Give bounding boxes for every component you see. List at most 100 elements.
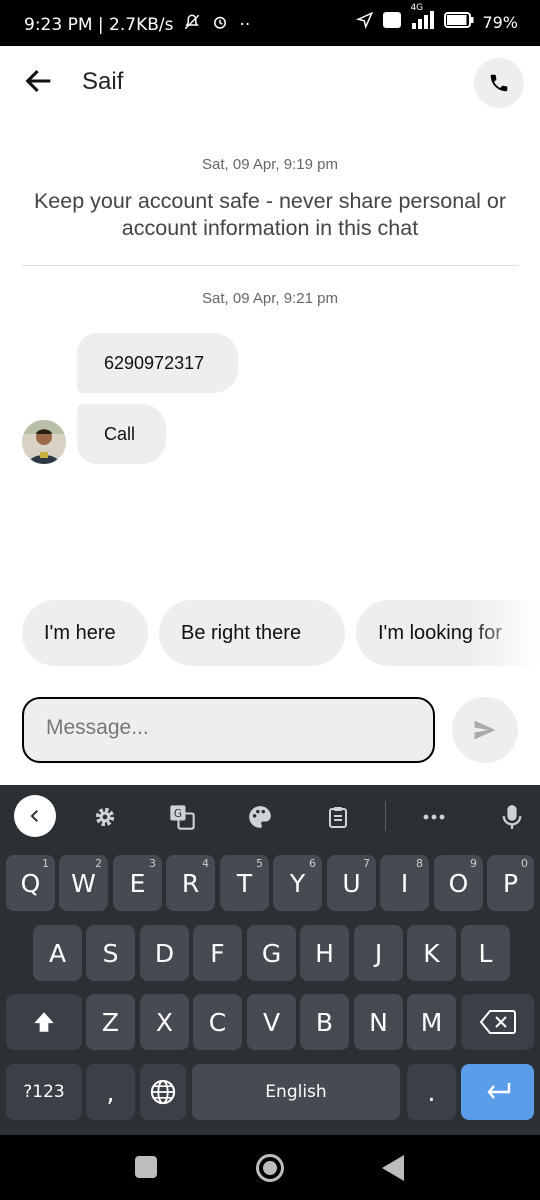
timestamp: Sat, 09 Apr, 9:19 pm [202, 156, 338, 173]
key-b[interactable]: B [300, 994, 349, 1050]
key-v[interactable]: V [247, 994, 296, 1050]
key-m[interactable]: M [407, 994, 456, 1050]
volte-icon [382, 11, 402, 33]
battery-level: 79% [482, 12, 518, 32]
status-left: 9:23 PM | 2.7KB/s ·· [24, 13, 250, 36]
key-j[interactable]: J [354, 925, 403, 981]
collapse-button[interactable] [14, 795, 56, 837]
more-icon [423, 814, 445, 820]
key-o[interactable]: O9 [434, 855, 483, 911]
period-key[interactable]: . [407, 1064, 456, 1120]
status-bar: 9:23 PM | 2.7KB/s ·· 4G 79% [0, 0, 540, 46]
mute-icon [183, 13, 201, 36]
enter-icon [486, 1083, 510, 1099]
language-key[interactable] [140, 1064, 186, 1120]
key-p[interactable]: P0 [487, 855, 534, 911]
chat-header: Saif [0, 46, 540, 122]
message-input[interactable] [44, 715, 408, 741]
keyboard: G Q1 W2 E3 R4 T5 Y6 U7 I8 O9 P0 A S D F … [0, 785, 540, 1135]
key-z[interactable]: Z [86, 994, 135, 1050]
key-a[interactable]: A [33, 925, 82, 981]
key-i[interactable]: I8 [380, 855, 429, 911]
status-right: 4G 79% [356, 3, 518, 33]
more-button[interactable] [414, 797, 454, 837]
timestamp: Sat, 09 Apr, 9:21 pm [202, 290, 338, 307]
quick-reply-chip[interactable]: Be right there [159, 600, 345, 666]
shift-key[interactable] [6, 994, 82, 1050]
recents-button[interactable] [135, 1156, 157, 1178]
back-nav-button[interactable] [382, 1155, 404, 1186]
quick-reply-label: Be right there [181, 621, 302, 644]
back-button[interactable] [22, 64, 56, 98]
home-icon [263, 1161, 277, 1175]
key-x[interactable]: X [140, 994, 189, 1050]
palette-icon [249, 806, 271, 828]
quick-reply-label: I'm here [44, 621, 116, 644]
scroll-fade [470, 598, 540, 668]
key-s[interactable]: S [86, 925, 135, 981]
key-h[interactable]: H [300, 925, 349, 981]
translate-button[interactable]: G [162, 797, 202, 837]
message-text: 6290972317 [104, 352, 205, 373]
call-button[interactable] [474, 58, 524, 108]
location-icon [356, 11, 374, 33]
key-t[interactable]: T5 [220, 855, 269, 911]
backspace-icon [479, 1010, 516, 1034]
status-time: 9:23 PM | 2.7KB/s [24, 14, 174, 35]
keyboard-toolbar: G [0, 785, 540, 845]
chevron-left-icon [30, 810, 38, 822]
shift-icon [34, 1012, 54, 1032]
triangle-back-icon [382, 1155, 404, 1181]
comma-key[interactable]: , [86, 1064, 135, 1120]
space-key[interactable]: English [192, 1064, 400, 1120]
status-dots: ·· [239, 14, 251, 35]
key-q[interactable]: Q1 [6, 855, 55, 911]
quick-reply-chip[interactable]: I'm here [22, 600, 148, 666]
message-field[interactable] [22, 697, 435, 763]
key-hint: 5 [256, 857, 263, 870]
symbols-key[interactable]: ?123 [6, 1064, 82, 1120]
key-n[interactable]: N [354, 994, 403, 1050]
send-icon [474, 720, 496, 740]
gear-icon [95, 807, 115, 827]
toolbar-separator [385, 801, 386, 831]
key-hint: 8 [416, 857, 423, 870]
home-button[interactable] [256, 1154, 284, 1182]
avatar-image [22, 420, 66, 464]
battery-icon [444, 12, 474, 32]
signal-icon: 4G [410, 3, 436, 33]
key-hint: 3 [149, 857, 156, 870]
arrow-left-icon [25, 69, 51, 93]
navigation-bar [0, 1135, 540, 1200]
key-g[interactable]: G [247, 925, 296, 981]
microphone-icon [502, 805, 522, 829]
key-k[interactable]: K [407, 925, 456, 981]
key-hint: 1 [42, 857, 49, 870]
key-y[interactable]: Y6 [273, 855, 322, 911]
send-button[interactable] [452, 697, 518, 763]
phone-icon [490, 74, 508, 92]
avatar[interactable] [22, 420, 66, 464]
message-bubble[interactable]: 6290972317 [77, 333, 238, 393]
backspace-key[interactable] [461, 994, 534, 1050]
voice-input-button[interactable] [492, 797, 532, 837]
translate-icon: G [170, 805, 195, 830]
key-w[interactable]: W2 [59, 855, 108, 911]
key-f[interactable]: F [193, 925, 242, 981]
key-hint: 7 [363, 857, 370, 870]
theme-button[interactable] [240, 797, 280, 837]
key-c[interactable]: C [193, 994, 242, 1050]
alarm-icon [211, 13, 229, 36]
key-r[interactable]: R4 [166, 855, 215, 911]
clipboard-icon [329, 807, 347, 828]
key-u[interactable]: U7 [327, 855, 376, 911]
divider [22, 265, 518, 266]
settings-button[interactable] [85, 797, 125, 837]
key-l[interactable]: L [461, 925, 510, 981]
key-hint: 4 [202, 857, 209, 870]
key-e[interactable]: E3 [113, 855, 162, 911]
enter-key[interactable] [461, 1064, 534, 1120]
key-d[interactable]: D [140, 925, 189, 981]
message-bubble[interactable]: Call [77, 404, 166, 464]
clipboard-button[interactable] [318, 797, 358, 837]
